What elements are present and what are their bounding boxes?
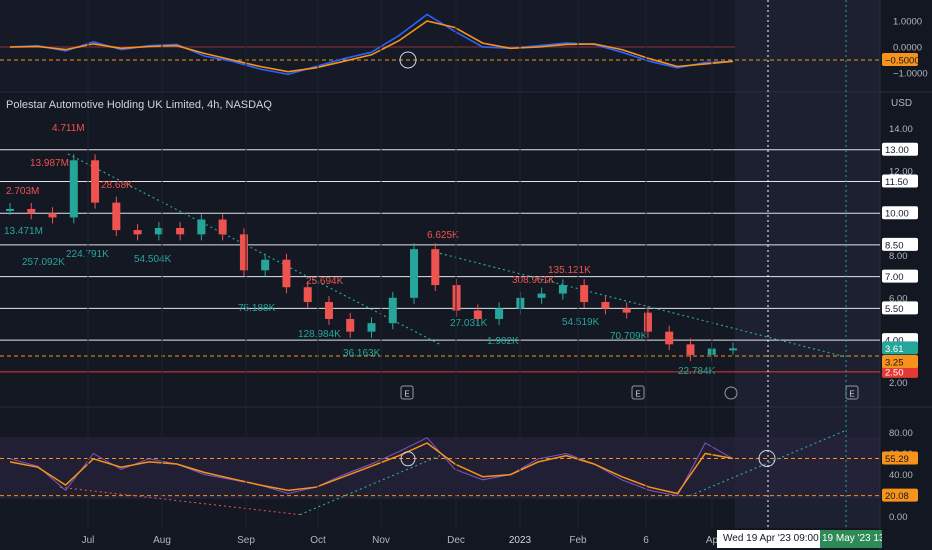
candle <box>112 202 121 231</box>
event-marker-label: E <box>849 390 854 399</box>
rsi-value-badge: 55.29 <box>885 454 909 465</box>
x-tick-label: Jul <box>82 535 95 546</box>
candle <box>388 297 397 324</box>
rsi-tick-label: 80.00 <box>889 428 913 439</box>
x-tick-label: Sep <box>237 535 255 546</box>
candle <box>91 160 100 203</box>
osc-tick-label: 0.0000 <box>893 43 922 54</box>
volume-label: 2.703M <box>6 186 39 197</box>
candle <box>176 228 185 235</box>
dashed-level-badge: 3.25 <box>885 357 904 368</box>
candle <box>643 312 652 332</box>
candle <box>6 208 14 211</box>
volume-label: 22.784K <box>678 366 716 377</box>
level-badge: 13.00 <box>885 145 909 156</box>
candle <box>48 213 57 218</box>
osc-tick-label: 1.0000 <box>893 17 922 28</box>
candle <box>431 249 440 286</box>
candle <box>537 293 546 298</box>
candle <box>69 160 78 218</box>
candle <box>324 302 333 319</box>
x-tick-label: 2023 <box>509 535 532 546</box>
candle <box>601 302 610 309</box>
osc-tick-label: −1.0000 <box>893 69 928 80</box>
price-tick-label: 14.00 <box>889 124 913 135</box>
price-tick-label: 2.00 <box>889 378 908 389</box>
volume-label: 4.711M <box>52 123 85 134</box>
chart-canvas[interactable]: 4.711M 13.987M 2.703M 28.68K 13.471M 257.092K… <box>0 0 932 550</box>
rsi-tick-label: 0.00 <box>889 512 908 523</box>
symbol-title: Polestar Automotive Holding UK Limited, … <box>6 99 272 111</box>
x-tick-label: Oct <box>310 535 326 546</box>
volume-label: 36.163K <box>343 348 381 359</box>
candle <box>686 344 695 355</box>
candle <box>495 308 504 319</box>
candle <box>197 219 206 235</box>
candle <box>410 249 419 298</box>
crosshair-time-label: Wed 19 Apr '23 09:00 <box>717 530 820 548</box>
volume-label: 13.987M <box>30 158 69 169</box>
x-tick-label: Aug <box>153 535 171 546</box>
volume-label: 75.188K <box>238 303 276 314</box>
volume-label: 28.68K <box>101 180 133 191</box>
candle <box>261 259 270 271</box>
volume-label: 54.504K <box>134 254 172 265</box>
volume-label: 54.519K <box>562 317 600 328</box>
level-badge: 10.00 <box>885 209 909 220</box>
current-price-badge: 3.61 <box>885 344 904 355</box>
volume-label: 308.961K <box>512 275 555 286</box>
candle <box>558 285 567 294</box>
candle <box>133 230 142 235</box>
volume-label: 135.121K <box>548 265 591 276</box>
candle <box>729 348 737 351</box>
rsi-lower-badge: 20.08 <box>885 491 909 502</box>
candle <box>622 308 631 313</box>
candle <box>665 331 674 345</box>
candle <box>27 208 36 214</box>
volume-label: 6.625K <box>427 230 459 241</box>
rsi-tick-label: 40.00 <box>889 470 913 481</box>
level-badge: 8.50 <box>885 240 904 251</box>
event-marker-label: E <box>635 390 640 399</box>
volume-label: 128.984K <box>298 329 341 340</box>
volume-label: 257.092K <box>22 257 65 268</box>
price-tick-label: 8.00 <box>889 251 908 262</box>
candle <box>303 287 312 303</box>
volume-label: 25.694K <box>306 276 344 287</box>
level-badge: 2.50 <box>885 367 904 378</box>
volume-label: 1.902K <box>487 336 519 347</box>
x-tick-label: Feb <box>569 535 587 546</box>
candle <box>239 234 248 271</box>
volume-label: 70.709K <box>610 331 648 342</box>
candle <box>282 259 291 288</box>
candle <box>218 219 227 235</box>
x-tick-label: Dec <box>447 535 465 546</box>
x-tick-label: 6 <box>643 535 649 546</box>
volume-label: 13.471M <box>4 226 43 237</box>
level-badge: 5.50 <box>885 304 904 315</box>
candle <box>580 285 589 303</box>
level-badge: 11.50 <box>885 177 908 188</box>
candle <box>367 323 376 332</box>
level-badge: 7.00 <box>885 272 904 283</box>
event-marker-label: E <box>404 390 409 399</box>
future-time-label: 19 May '23 13:00 <box>820 530 882 548</box>
candle <box>346 318 355 332</box>
candle <box>452 285 461 311</box>
x-tick-label: Nov <box>372 535 390 546</box>
rsi-band <box>0 437 880 499</box>
currency-label: USD <box>891 98 913 109</box>
osc-level-badge: −0.5000 <box>885 56 920 67</box>
